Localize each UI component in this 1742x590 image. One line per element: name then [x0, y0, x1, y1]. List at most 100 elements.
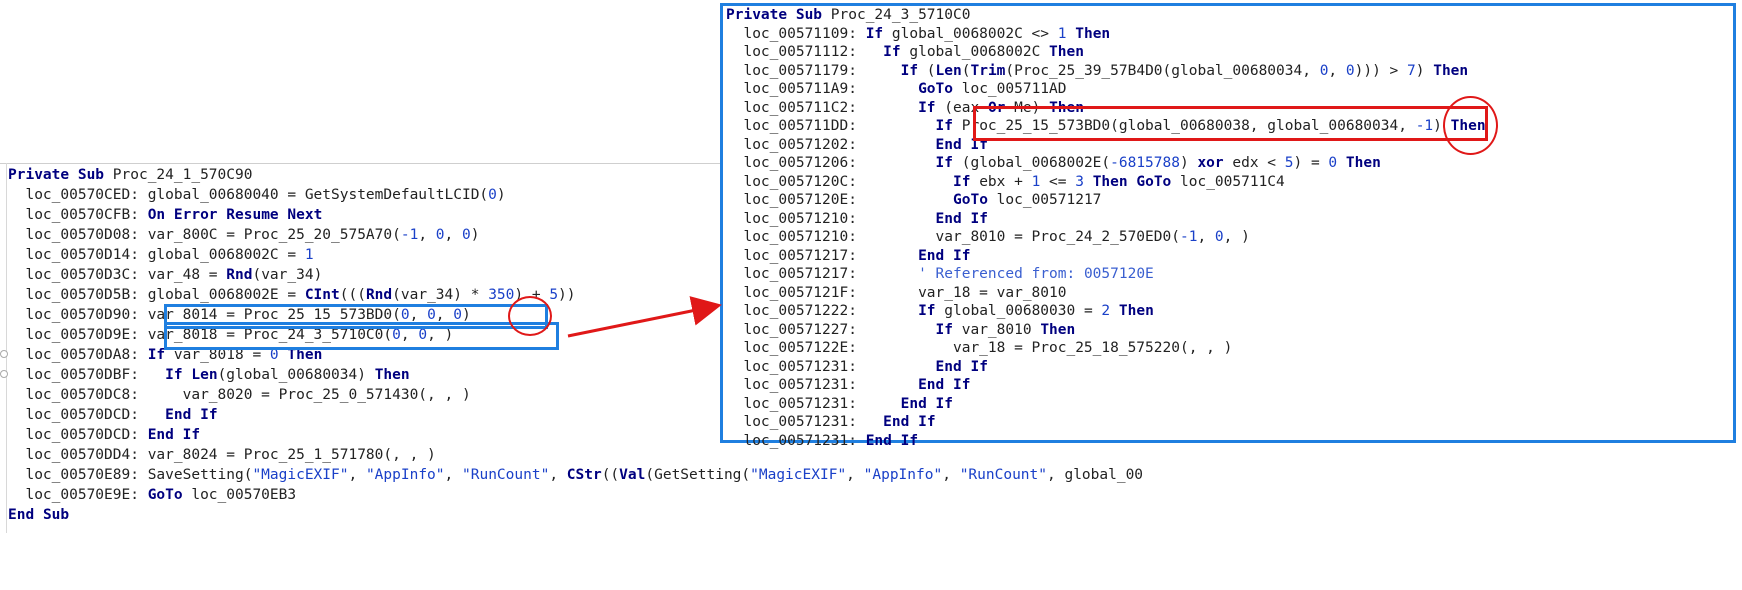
line-code: GoTo loc_005711AD — [918, 81, 1067, 97]
red-box-proc-call — [973, 106, 1488, 141]
right-code-panel: Private Sub Proc_24_3_5710C0 loc_0057110… — [720, 3, 1736, 449]
line-code: End If — [935, 136, 988, 153]
line-code: If var_8010 Then — [935, 321, 1076, 338]
fold-marker[interactable] — [0, 350, 8, 358]
line-code: On Error Resume Next — [147, 207, 323, 223]
line-label: loc_00570D14: — [8, 247, 148, 263]
line-label: loc_00571217: — [726, 266, 866, 282]
line-label: loc_00570E9E: — [8, 487, 148, 503]
line-label: loc_00570DA8: — [8, 347, 148, 363]
right-code-line: loc_00571227: If var_8010 Then — [726, 321, 1486, 340]
right-code-line: loc_00571210: var_8010 = Proc_24_2_570ED… — [726, 228, 1486, 247]
line-code: var_18 = var_8010 — [865, 284, 1067, 301]
right-code-line: loc_00571109: If global_0068002C <> 1 Th… — [726, 25, 1486, 44]
left-footer: End Sub — [8, 507, 70, 523]
line-label: loc_00570D9E: — [8, 327, 148, 343]
editor-gutter-line — [6, 163, 7, 533]
line-code: End If — [883, 414, 936, 430]
line-code: End If — [865, 432, 919, 449]
right-code-line: loc_00571231: End If — [726, 413, 1486, 432]
line-label: loc_005711C2: — [726, 99, 866, 116]
red-circle-minus-one — [1443, 96, 1498, 155]
fold-marker[interactable] — [0, 370, 8, 378]
right-code-line: loc_00571210: End If — [726, 210, 1486, 229]
line-label: loc_00571227: — [726, 321, 866, 338]
line-label: loc_00570DC8: — [8, 387, 148, 403]
line-code: End If — [147, 427, 201, 443]
line-label: loc_00571231: — [726, 395, 866, 412]
line-code: var_800C = Proc_25_20_575A70(-1, 0, 0) — [147, 227, 480, 243]
line-code: global_00680040 = GetSystemDefaultLCID(0… — [147, 187, 506, 203]
line-label: loc_00570DCD: — [8, 427, 148, 443]
line-code: GoTo loc_00570EB3 — [147, 487, 297, 503]
line-code: If global_0068002C <> 1 Then — [865, 25, 1111, 42]
line-label: loc_00570D90: — [8, 307, 148, 323]
line-label: loc_0057122E: — [726, 340, 866, 356]
right-code-line: loc_00571217: End If — [726, 247, 1486, 266]
line-label: loc_005711DD: — [726, 118, 866, 134]
line-code: End If — [918, 247, 971, 264]
line-label: loc_005711A9: — [726, 81, 866, 97]
right-header: Private Sub Proc_24_3_5710C0 — [726, 7, 971, 23]
right-code-line: loc_0057121F: var_18 = var_8010 — [726, 284, 1486, 303]
line-label: loc_00570CED: — [8, 187, 148, 203]
right-code-line: loc_0057120C: If ebx + 1 <= 3 Then GoTo … — [726, 173, 1486, 192]
line-label: loc_0057120C: — [726, 173, 866, 190]
line-code: End If — [935, 210, 988, 227]
line-label: loc_00571231: — [726, 377, 866, 393]
line-code: If global_0068002C Then — [883, 44, 1084, 60]
right-code-line: loc_00571231: End If — [726, 358, 1486, 377]
right-code-line: loc_00571222: If global_00680030 = 2 The… — [726, 302, 1486, 321]
line-label: loc_00571109: — [726, 25, 866, 42]
line-code: var_48 = Rnd(var_34) — [147, 267, 323, 283]
line-label: loc_00571217: — [726, 247, 866, 264]
line-code: global_0068002E = CInt(((Rnd(var_34) * 3… — [147, 287, 576, 303]
line-code: If global_00680030 = 2 Then — [918, 303, 1154, 319]
line-label: loc_00570DCD: — [8, 407, 148, 423]
line-code: GoTo loc_00571217 — [953, 192, 1102, 208]
line-label: loc_0057121F: — [726, 284, 866, 301]
left-code-line: loc_00570E9E: GoTo loc_00570EB3 — [8, 485, 1143, 505]
line-code: var_8024 = Proc_25_1_571780(, , ) — [147, 447, 436, 463]
line-code: ' Referenced from: 0057120E — [918, 266, 1154, 282]
line-label: loc_00571202: — [726, 136, 866, 153]
line-label: loc_0057120E: — [726, 192, 866, 208]
line-label: loc_00571179: — [726, 62, 866, 79]
line-code: If (Len(Trim(Proc_25_39_57B4D0(global_00… — [900, 62, 1469, 79]
line-label: loc_00570CFB: — [8, 207, 148, 223]
right-code-line: loc_0057122E: var_18 = Proc_25_18_575220… — [726, 339, 1486, 358]
line-code: If (global_0068002E(-6815788) xor edx < … — [935, 155, 1381, 171]
right-code-line: loc_0057120E: GoTo loc_00571217 — [726, 191, 1486, 210]
line-code: End If — [935, 358, 988, 375]
right-code-line: loc_005711A9: GoTo loc_005711AD — [726, 80, 1486, 99]
line-code: End If — [918, 377, 971, 393]
line-label: loc_00570D3C: — [8, 267, 148, 283]
line-label: loc_00571231: — [726, 432, 866, 449]
right-code-line: loc_00571231: End If — [726, 376, 1486, 395]
line-label: loc_00571210: — [726, 229, 866, 245]
line-label: loc_00571112: — [726, 44, 866, 60]
line-label: loc_00570D08: — [8, 227, 148, 243]
line-label: loc_00570D5B: — [8, 287, 148, 303]
line-code: End If — [900, 395, 954, 412]
line-code: var_8020 = Proc_25_0_571430(, , ) — [147, 387, 471, 403]
line-label: loc_00571231: — [726, 414, 866, 430]
line-code: var_18 = Proc_25_18_575220(, , ) — [865, 340, 1233, 356]
line-code: var_8010 = Proc_24_2_570ED0(-1, 0, ) — [865, 229, 1250, 245]
line-code: global_0068002C = 1 — [147, 247, 314, 263]
highlight-box-var8018 — [164, 322, 559, 350]
line-code: SaveSetting("MagicEXIF", "AppInfo", "Run… — [147, 467, 1144, 483]
right-code-line: loc_00571112: If global_0068002C Then — [726, 43, 1486, 62]
line-label: loc_00571206: — [726, 155, 866, 171]
left-code-line: loc_00570E89: SaveSetting("MagicEXIF", "… — [8, 465, 1143, 485]
right-code-line: loc_00571231: End If — [726, 432, 1486, 451]
line-code: End If — [165, 407, 218, 423]
line-label: loc_00570DD4: — [8, 447, 148, 463]
right-code-line: loc_00571231: End If — [726, 395, 1486, 414]
line-code: If Len(global_00680034) Then — [165, 367, 410, 383]
line-label: loc_00571210: — [726, 210, 866, 227]
line-label: loc_00571222: — [726, 303, 866, 319]
red-circle-zero-arg — [508, 296, 552, 336]
line-label: loc_00570E89: — [8, 467, 148, 483]
editor-divider — [0, 163, 730, 164]
